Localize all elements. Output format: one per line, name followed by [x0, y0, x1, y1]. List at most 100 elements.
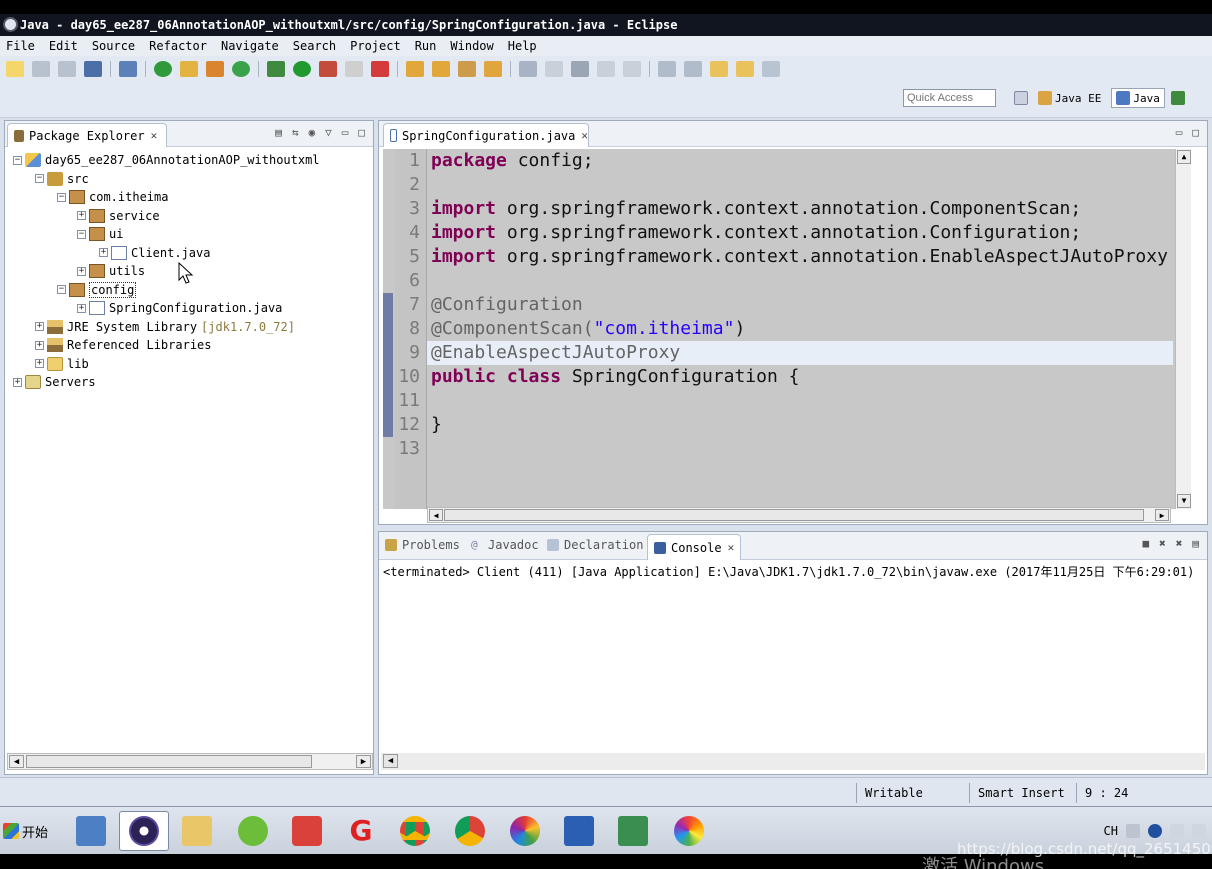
tab-javadoc[interactable]: @ Javadoc [471, 538, 539, 552]
scroll-left-icon[interactable]: ◀ [429, 509, 443, 521]
show-whitespace-icon[interactable] [623, 61, 641, 77]
taskbar-app-computer[interactable] [66, 811, 116, 851]
scroll-left-icon[interactable]: ◀ [9, 755, 24, 768]
remove-launch-icon[interactable]: ✖ [1159, 537, 1166, 550]
view-menu-icon[interactable]: ▽ [325, 126, 332, 139]
menu-run[interactable]: Run [415, 39, 437, 53]
scroll-up-icon[interactable]: ▲ [1177, 150, 1191, 164]
menu-help[interactable]: Help [508, 39, 537, 53]
menu-search[interactable]: Search [293, 39, 336, 53]
tree-item[interactable]: − src [35, 170, 89, 188]
horizontal-scrollbar[interactable]: ◀ ▶ [7, 753, 373, 770]
start-button[interactable]: 开始 [3, 817, 53, 845]
menu-window[interactable]: Window [450, 39, 493, 53]
taskbar-app-notes[interactable] [608, 811, 658, 851]
save-icon[interactable] [32, 61, 50, 77]
clear-console-icon[interactable]: ▤ [1192, 537, 1199, 550]
tree-item[interactable]: − day65_ee287_06AnnotationAOP_withoutxml [13, 151, 320, 169]
link-with-editor-icon[interactable]: ⇆ [292, 126, 299, 139]
menu-navigate[interactable]: Navigate [221, 39, 279, 53]
tree-item[interactable]: + Client.java [99, 244, 210, 262]
tree-item[interactable]: + service [77, 207, 160, 225]
collapse-icon[interactable]: − [57, 285, 66, 294]
expand-icon[interactable]: + [13, 377, 22, 387]
collapse-icon[interactable]: − [57, 192, 66, 202]
horizontal-scrollbar[interactable]: ◀ [381, 753, 1205, 770]
debug-icon[interactable] [267, 61, 285, 77]
taskbar-app-circle[interactable] [664, 811, 714, 851]
quick-access-input[interactable] [903, 89, 996, 107]
taskbar-app-explorer[interactable] [172, 811, 222, 851]
refresh-icon[interactable] [232, 61, 250, 77]
new-package-icon[interactable] [432, 61, 450, 77]
previous-annotation-icon[interactable] [684, 61, 702, 77]
search-icon[interactable] [519, 61, 537, 77]
taskbar-app-eclipse[interactable] [119, 811, 169, 851]
print-icon[interactable] [84, 61, 102, 77]
tab-package-explorer[interactable]: Package Explorer ✕ [7, 123, 167, 147]
expand-icon[interactable]: + [35, 359, 44, 368]
new-icon[interactable] [6, 61, 24, 77]
tree-item[interactable]: + lib [35, 355, 89, 373]
close-icon[interactable]: ✕ [728, 541, 735, 554]
expand-icon[interactable]: + [35, 340, 44, 350]
open-type-icon[interactable] [484, 61, 502, 77]
perspective-java[interactable]: Java [1111, 88, 1165, 108]
menu-refactor[interactable]: Refactor [149, 39, 207, 53]
menu-project[interactable]: Project [350, 39, 401, 53]
edit-icon[interactable] [545, 61, 563, 77]
terminate-icon[interactable]: ■ [1143, 537, 1150, 550]
last-edit-icon[interactable] [710, 61, 728, 77]
save-all-icon[interactable] [58, 61, 76, 77]
maximize-icon[interactable]: □ [358, 126, 365, 139]
new-server-icon[interactable] [180, 61, 198, 77]
scroll-right-icon[interactable]: ▶ [356, 755, 371, 768]
tree-item[interactable]: − com.itheima [57, 188, 168, 206]
language-indicator[interactable]: CH [1104, 824, 1118, 838]
scroll-thumb[interactable] [26, 755, 312, 768]
expand-icon[interactable]: + [99, 248, 108, 257]
taskbar-app-eraser[interactable] [282, 811, 332, 851]
external-tools-icon[interactable] [319, 61, 337, 77]
server-start-icon[interactable] [154, 61, 172, 77]
perspective-java-ee[interactable]: Java EE [1034, 89, 1105, 107]
menu-edit[interactable]: Edit [49, 39, 78, 53]
tab-declaration[interactable]: Declaration [547, 538, 643, 552]
taskbar-app-word[interactable] [554, 811, 604, 851]
expand-icon[interactable]: + [77, 303, 86, 313]
back-icon[interactable] [736, 61, 754, 77]
maximize-icon[interactable]: □ [1192, 126, 1199, 139]
tree-item[interactable]: − config [57, 281, 137, 299]
tab-spring-configuration[interactable]: SpringConfiguration.java ✕ [383, 123, 589, 147]
tree-item[interactable]: + JRE System Library [jdk1.7.0_72] [35, 318, 295, 336]
tree-item[interactable]: + SpringConfiguration.java [77, 299, 282, 317]
tray-menu-icon[interactable] [1170, 824, 1184, 838]
collapse-icon[interactable]: − [77, 229, 86, 239]
horizontal-scrollbar[interactable]: ◀ ▶ [427, 507, 1171, 523]
taskbar-app-chrome-2[interactable] [445, 811, 495, 851]
mark-occurrences-icon[interactable] [571, 61, 589, 77]
open-perspective-icon[interactable] [1014, 91, 1028, 105]
new-web-project-icon[interactable] [206, 61, 224, 77]
keyboard-icon[interactable] [1126, 824, 1140, 838]
stop-icon[interactable] [345, 61, 363, 77]
new-class-icon[interactable] [458, 61, 476, 77]
tab-console[interactable]: Console ✕ [647, 534, 742, 560]
toggle-breakpoint-icon[interactable] [119, 61, 137, 77]
focus-icon[interactable]: ◉ [309, 126, 316, 139]
taskbar-app-chrome[interactable] [390, 811, 440, 851]
code-editor[interactable]: 1 2 3 4 5 6 7 8 9 10 11 12 13 package config; import … [383, 149, 1191, 509]
expand-icon[interactable]: + [77, 211, 86, 220]
minimize-icon[interactable]: ▭ [1176, 126, 1183, 139]
collapse-icon[interactable]: − [13, 155, 22, 165]
tree-item[interactable]: + utils [77, 262, 145, 280]
tree-item[interactable]: + Servers [13, 373, 96, 391]
scroll-thumb[interactable] [444, 509, 1144, 521]
debug-perspective-icon[interactable] [1170, 91, 1185, 105]
collapse-all-icon[interactable]: ▤ [275, 126, 282, 139]
vertical-scrollbar[interactable]: ▲ ▼ [1175, 149, 1191, 509]
taskbar-app-g[interactable]: G [336, 811, 386, 851]
minimize-icon[interactable]: ▭ [342, 126, 349, 139]
next-annotation-icon[interactable] [658, 61, 676, 77]
tab-problems[interactable]: Problems [385, 538, 460, 552]
